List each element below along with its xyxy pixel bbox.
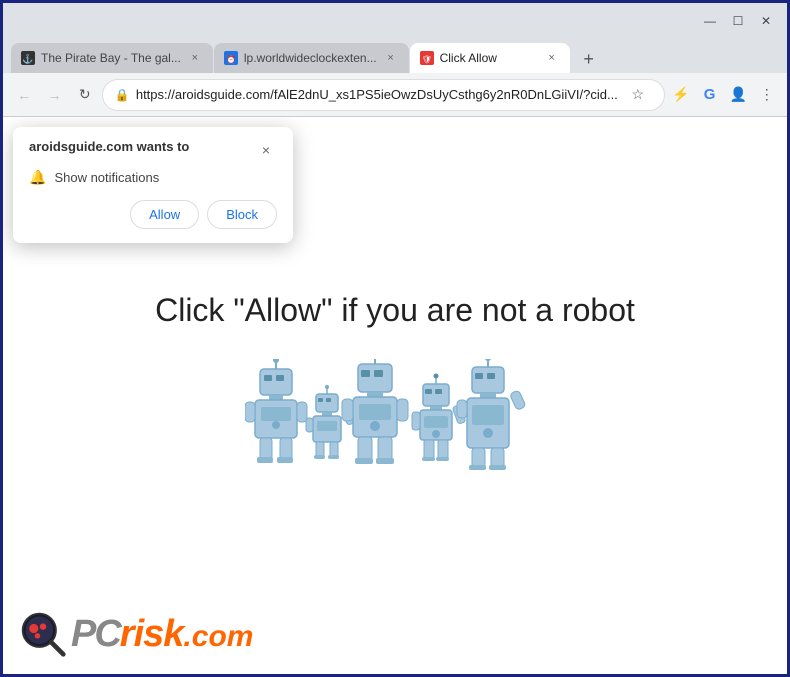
title-bar: — ☐ ✕ bbox=[3, 3, 787, 39]
svg-text:⚓: ⚓ bbox=[22, 53, 33, 64]
svg-text:🛡: 🛡 bbox=[422, 55, 432, 64]
pcrisk-logo: PCrisk.com bbox=[19, 610, 253, 658]
window-controls: — ☐ ✕ bbox=[697, 8, 779, 34]
extensions-button[interactable]: ⚡ bbox=[669, 81, 694, 109]
tab-close-3[interactable]: × bbox=[544, 50, 560, 66]
main-page-text: Click "Allow" if you are not a robot bbox=[155, 292, 635, 329]
popup-header: aroidsguide.com wants to × bbox=[29, 139, 277, 161]
popup-notification-row: 🔔 Show notifications bbox=[29, 169, 277, 186]
block-button[interactable]: Block bbox=[207, 200, 277, 229]
address-bar-row: ← → ↻ 🔒 https://aroidsguide.com/fAlE2dnU… bbox=[3, 73, 787, 117]
profile-icon: 👤 bbox=[729, 86, 746, 103]
address-box[interactable]: 🔒 https://aroidsguide.com/fAlE2dnU_xs1PS… bbox=[102, 79, 665, 111]
tabs-bar: ⚓ The Pirate Bay - The gal... × ⏰ lp.wor… bbox=[3, 39, 787, 73]
tab-favicon-1: ⚓ bbox=[21, 51, 35, 65]
tab-close-2[interactable]: × bbox=[383, 50, 399, 66]
refresh-button[interactable]: ↻ bbox=[72, 80, 98, 110]
browser-frame: — ☐ ✕ ⚓ The Pirate Bay - The gal... × ⏰ bbox=[3, 3, 787, 674]
allow-button[interactable]: Allow bbox=[130, 200, 199, 229]
lock-icon: 🔒 bbox=[115, 88, 130, 102]
notification-popup: aroidsguide.com wants to × 🔔 Show notifi… bbox=[13, 127, 293, 243]
tab-favicon-3: 🛡 bbox=[420, 51, 434, 65]
pcrisk-risk-text: risk bbox=[120, 613, 184, 655]
bookmark-button[interactable]: ☆ bbox=[624, 81, 652, 109]
popup-close-button[interactable]: × bbox=[255, 139, 277, 161]
minimize-button[interactable]: — bbox=[697, 8, 723, 34]
bell-icon: 🔔 bbox=[29, 169, 46, 186]
back-icon: ← bbox=[17, 87, 31, 103]
tab-clock-ext[interactable]: ⏰ lp.worldwideclockexten... × bbox=[214, 43, 409, 73]
google-icon: G bbox=[704, 86, 716, 103]
tab-click-allow[interactable]: 🛡 Click Allow × bbox=[410, 43, 570, 73]
popup-notification-text: Show notifications bbox=[54, 170, 159, 185]
tab-label-1: The Pirate Bay - The gal... bbox=[41, 51, 181, 65]
google-button[interactable]: G bbox=[697, 81, 722, 109]
menu-button[interactable]: ⋮ bbox=[754, 81, 779, 109]
forward-icon: → bbox=[47, 87, 61, 103]
extensions-icon: ⚡ bbox=[672, 86, 689, 103]
tab-label-3: Click Allow bbox=[440, 51, 538, 65]
profile-button[interactable]: 👤 bbox=[726, 81, 751, 109]
new-tab-button[interactable]: + bbox=[575, 45, 603, 73]
svg-text:⏰: ⏰ bbox=[226, 54, 236, 64]
pcrisk-magnifier-icon bbox=[19, 610, 67, 658]
back-button[interactable]: ← bbox=[11, 80, 37, 110]
address-actions: ☆ bbox=[624, 81, 652, 109]
url-text: https://aroidsguide.com/fAlE2dnU_xs1PS5i… bbox=[136, 87, 618, 102]
refresh-icon: ↻ bbox=[79, 86, 91, 103]
close-button[interactable]: ✕ bbox=[753, 8, 779, 34]
pcrisk-text-container: PCrisk.com bbox=[71, 613, 253, 656]
tab-favicon-2: ⏰ bbox=[224, 51, 238, 65]
maximize-button[interactable]: ☐ bbox=[725, 8, 751, 34]
browser-content: aroidsguide.com wants to × 🔔 Show notifi… bbox=[3, 117, 787, 674]
pcrisk-domain-text: .com bbox=[183, 620, 253, 653]
pcrisk-pc-text: PC bbox=[71, 613, 120, 655]
tab-pirate-bay[interactable]: ⚓ The Pirate Bay - The gal... × bbox=[11, 43, 213, 73]
tab-label-2: lp.worldwideclockexten... bbox=[244, 51, 377, 65]
robots-illustration bbox=[245, 359, 545, 499]
popup-site-text: aroidsguide.com wants to bbox=[29, 139, 189, 154]
menu-icon: ⋮ bbox=[760, 86, 774, 103]
forward-button[interactable]: → bbox=[41, 80, 67, 110]
tab-close-1[interactable]: × bbox=[187, 50, 203, 66]
robots-svg bbox=[245, 359, 545, 499]
popup-buttons: Allow Block bbox=[29, 200, 277, 229]
